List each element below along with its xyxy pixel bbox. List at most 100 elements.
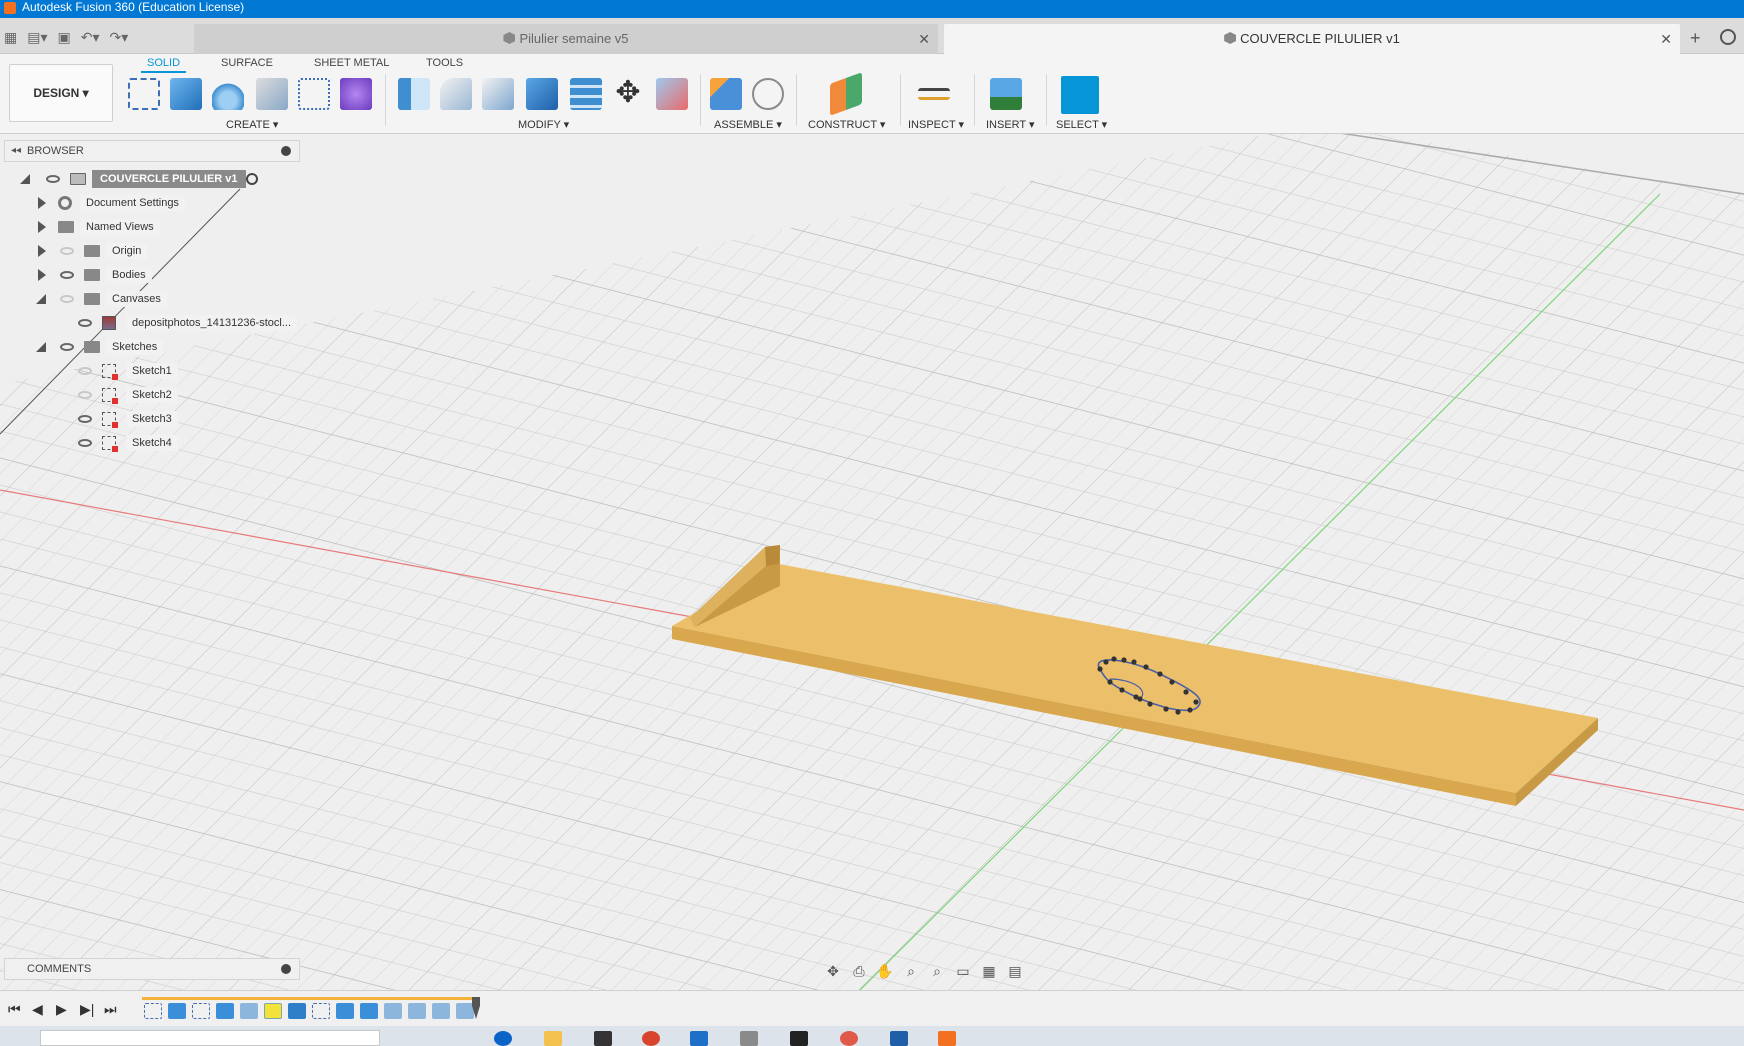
revolve-icon[interactable] <box>212 78 244 110</box>
modify-menu[interactable]: MODIFY ▾ <box>518 118 569 131</box>
timeline-canvas-feature[interactable] <box>288 1003 306 1019</box>
canvas-viewport[interactable] <box>0 134 1744 990</box>
minimize-icon[interactable] <box>281 146 291 156</box>
step-forward-icon[interactable]: ▶| <box>80 1001 94 1018</box>
step-back-icon[interactable]: ◀ <box>32 1001 43 1018</box>
tab-pilulier-semaine[interactable]: Pilulier semaine v5 ✕ <box>194 24 938 54</box>
viewports-icon[interactable]: ▤ <box>1006 963 1024 979</box>
measure-icon[interactable] <box>918 88 950 100</box>
lid-wall-top[interactable] <box>765 545 780 566</box>
inspect-menu[interactable]: INSPECT ▾ <box>908 118 964 131</box>
app-icon[interactable] <box>790 1031 808 1046</box>
timeline-extrude-feature[interactable] <box>360 1003 378 1019</box>
expand-icon[interactable] <box>38 245 46 257</box>
browser-item-document-settings[interactable]: Document Settings <box>36 192 185 214</box>
visibility-eye-icon[interactable] <box>78 439 92 447</box>
timeline-extrude-feature[interactable] <box>168 1003 186 1019</box>
tab-solid[interactable]: SOLID <box>141 57 187 73</box>
timeline-fillet-feature[interactable] <box>432 1003 450 1019</box>
timeline-extrude-feature[interactable] <box>216 1003 234 1019</box>
timeline-sketch-feature[interactable] <box>192 1003 210 1019</box>
form-icon[interactable] <box>340 78 372 110</box>
save-icon[interactable]: ▣ <box>58 29 71 45</box>
go-to-end-icon[interactable]: ⏭ <box>104 1001 117 1018</box>
create-sketch-icon[interactable] <box>128 78 160 110</box>
construct-menu[interactable]: CONSTRUCT ▾ <box>808 118 885 131</box>
app-icon[interactable] <box>594 1031 612 1046</box>
outlook-icon[interactable] <box>690 1031 708 1046</box>
fit-icon[interactable]: ⌕ <box>928 963 946 979</box>
new-component-icon[interactable] <box>710 78 742 110</box>
look-at-icon[interactable]: ⎙ <box>850 963 868 979</box>
edge-icon[interactable] <box>494 1031 512 1046</box>
redo-icon[interactable]: ↷▾ <box>110 29 129 45</box>
browser-item-sketches[interactable]: Sketches <box>36 336 164 358</box>
browser-item-sketch3[interactable]: Sketch3 <box>74 408 178 430</box>
timeline-sketch-feature-selected[interactable] <box>264 1003 282 1019</box>
file-explorer-icon[interactable] <box>544 1031 562 1046</box>
visibility-eye-icon[interactable] <box>60 295 74 303</box>
chrome-icon[interactable] <box>642 1031 660 1046</box>
timeline-fillet-feature[interactable] <box>408 1003 426 1019</box>
display-settings-icon[interactable]: ▭ <box>954 963 972 979</box>
browser-item-named-views[interactable]: Named Views <box>36 216 160 238</box>
visibility-eye-icon[interactable] <box>60 343 74 351</box>
zoom-icon[interactable]: ⌕ <box>902 963 920 979</box>
activate-icon[interactable] <box>246 173 258 185</box>
tab-sheet-metal[interactable]: SHEET METAL <box>314 57 389 69</box>
orbit-icon[interactable]: ✥ <box>824 963 842 979</box>
new-tab-icon[interactable]: + <box>1690 28 1701 49</box>
browser-panel-header[interactable]: ◂◂ BROWSER <box>4 140 300 162</box>
shell-icon[interactable] <box>482 78 514 110</box>
fillet-icon[interactable] <box>440 78 472 110</box>
browser-item-canvas-image[interactable]: depositphotos_14131236-stocl... <box>74 312 298 334</box>
workspace-switcher[interactable]: DESIGN ▾ <box>9 64 113 122</box>
app-grid-icon[interactable]: ▦ <box>4 29 17 45</box>
add-comment-icon[interactable] <box>281 964 291 974</box>
fusion-taskbar-icon[interactable] <box>938 1031 956 1046</box>
assemble-menu[interactable]: ASSEMBLE ▾ <box>714 118 782 131</box>
play-icon[interactable]: ▶ <box>56 1001 67 1018</box>
combine-icon[interactable] <box>526 78 558 110</box>
move-copy-icon[interactable]: ✥ <box>612 78 644 110</box>
timeline-fillet-feature[interactable] <box>240 1003 258 1019</box>
taskbar-search[interactable] <box>40 1030 380 1046</box>
expand-icon[interactable] <box>20 174 30 184</box>
file-menu-icon[interactable]: ▤▾ <box>27 29 47 45</box>
select-menu[interactable]: SELECT ▾ <box>1056 118 1107 131</box>
help-icon[interactable] <box>1720 29 1736 45</box>
visibility-eye-icon[interactable] <box>78 391 92 399</box>
collapse-panel-icon[interactable]: ◂◂ <box>11 141 21 161</box>
word-icon[interactable] <box>890 1031 908 1046</box>
pan-icon[interactable]: ✋ <box>876 963 894 979</box>
go-to-start-icon[interactable]: ⏮ <box>8 1001 21 1018</box>
create-menu[interactable]: CREATE ▾ <box>226 118 278 131</box>
visibility-eye-icon[interactable] <box>46 175 60 183</box>
app-icon[interactable] <box>840 1031 858 1046</box>
undo-icon[interactable]: ↶▾ <box>81 29 100 45</box>
grid-settings-icon[interactable]: ▦ <box>980 963 998 979</box>
press-pull-icon[interactable] <box>398 78 430 110</box>
split-body-icon[interactable] <box>570 78 602 110</box>
visibility-eye-icon[interactable] <box>78 319 92 327</box>
hole-icon[interactable] <box>256 78 288 110</box>
expand-icon[interactable] <box>38 197 46 209</box>
offset-plane-icon[interactable] <box>830 72 862 116</box>
timeline-sketch-feature[interactable] <box>312 1003 330 1019</box>
expand-icon[interactable] <box>38 269 46 281</box>
select-icon[interactable] <box>1061 76 1099 114</box>
timeline-extrude-feature[interactable] <box>336 1003 354 1019</box>
browser-item-sketch4[interactable]: Sketch4 <box>74 432 178 454</box>
insert-image-icon[interactable] <box>990 78 1022 110</box>
tab-couvercle-pilulier[interactable]: COUVERCLE PILULIER v1 ✕ <box>944 24 1680 54</box>
app-icon[interactable] <box>740 1031 758 1046</box>
browser-item-origin[interactable]: Origin <box>36 240 148 262</box>
expand-icon[interactable] <box>36 294 46 304</box>
model-scene[interactable] <box>0 134 1744 990</box>
visibility-eye-icon[interactable] <box>60 247 74 255</box>
timeline-fillet-feature[interactable] <box>384 1003 402 1019</box>
visibility-eye-icon[interactable] <box>78 367 92 375</box>
joint-icon[interactable] <box>752 78 784 110</box>
delete-icon[interactable] <box>656 78 688 110</box>
close-icon[interactable]: ✕ <box>1660 24 1672 54</box>
